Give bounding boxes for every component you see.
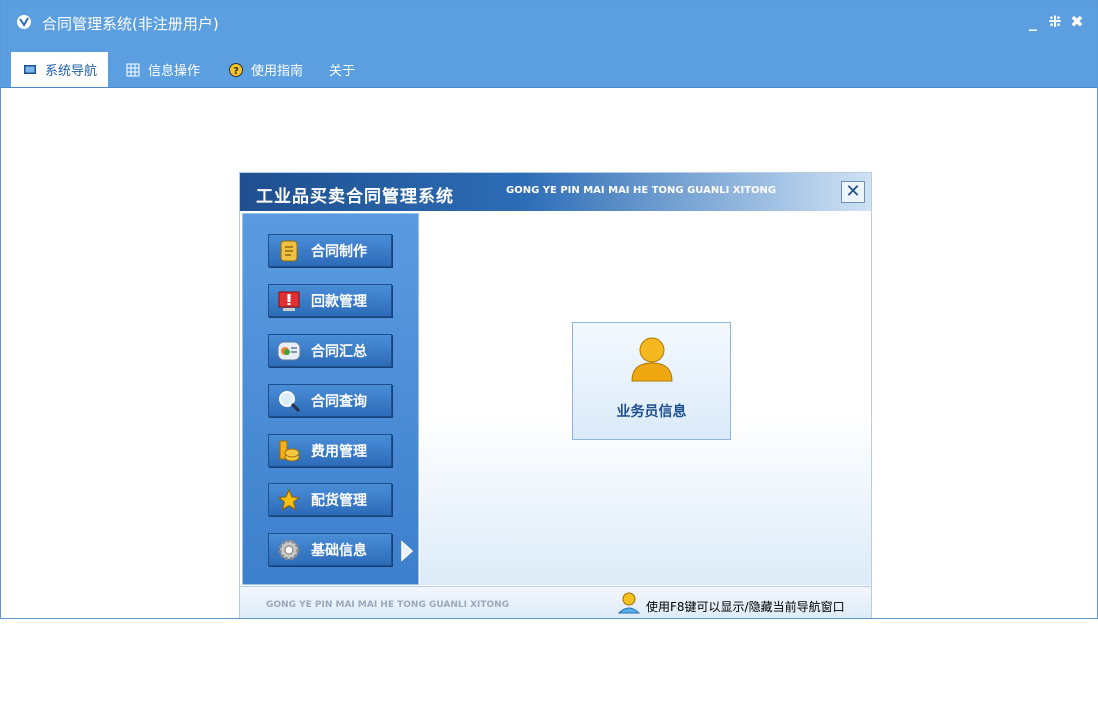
tab-label: 使用指南 <box>251 64 304 79</box>
app-logo-icon <box>17 15 31 29</box>
tab-info-operation[interactable]: 信息操作 <box>114 52 214 87</box>
nav-label: 回款管理 <box>311 293 367 310</box>
document-icon <box>280 240 298 261</box>
card-label: 业务员信息 <box>616 404 687 420</box>
nav-label: 费用管理 <box>311 443 367 460</box>
nav-payment-management-button[interactable]: 回款管理 <box>268 284 392 317</box>
nav-expense-management-button[interactable]: 费用管理 <box>268 434 392 467</box>
app-window: 合同管理系统(非注册用户) _ ⁜ ✖ 系统导航 信息操作 ? 使用指南 关于 … <box>0 0 1098 619</box>
nav-contract-query-button[interactable]: 合同查询 <box>268 384 392 417</box>
help-icon: ? <box>229 62 243 77</box>
svg-text:?: ? <box>233 66 239 77</box>
panel-title: 工业品买卖合同管理系统 <box>256 187 454 207</box>
monitor-icon <box>24 64 36 74</box>
tab-about[interactable]: 关于 <box>317 52 377 87</box>
footer-pinyin: GONG YE PIN MAI MAI HE TONG GUANLI XITON… <box>266 600 510 610</box>
tab-user-guide[interactable]: ? 使用指南 <box>217 52 317 87</box>
menu-bar: 系统导航 信息操作 ? 使用指南 关于 <box>1 46 1097 88</box>
window-title: 合同管理系统(非注册用户) <box>42 15 219 33</box>
nav-contract-create-button[interactable]: 合同制作 <box>268 234 392 267</box>
summary-icon <box>277 341 301 360</box>
panel-main-area: 业务员信息 <box>420 213 871 585</box>
nav-label: 基础信息 <box>311 542 367 559</box>
expand-arrow-icon[interactable] <box>400 540 414 562</box>
grid-icon <box>126 63 140 76</box>
salesperson-info-card[interactable]: 业务员信息 <box>572 322 731 440</box>
tab-label: 信息操作 <box>148 64 201 79</box>
footer-tip: 使用F8键可以显示/隐藏当前导航窗口 <box>646 600 845 614</box>
coins-icon <box>279 440 300 461</box>
gear-icon <box>278 539 300 560</box>
tab-label: 系统导航 <box>45 64 98 79</box>
panel-footer: GONG YE PIN MAI MAI HE TONG GUANLI XITON… <box>240 586 871 618</box>
title-bar: 合同管理系统(非注册用户) _ ⁜ ✖ <box>1 1 1097 46</box>
panel-header: 工业品买卖合同管理系统 GONG YE PIN MAI MAI HE TONG … <box>240 173 871 211</box>
close-button[interactable]: ✖ <box>1067 11 1087 33</box>
tab-system-navigation[interactable]: 系统导航 <box>11 52 108 87</box>
user-icon <box>631 337 673 382</box>
nav-contract-summary-button[interactable]: 合同汇总 <box>268 334 392 367</box>
panel-pinyin: GONG YE PIN MAI MAI HE TONG GUANLI XITON… <box>506 185 777 196</box>
nav-basic-info-button[interactable]: 基础信息 <box>268 533 392 566</box>
minimize-button[interactable]: _ <box>1023 11 1043 33</box>
navigation-panel: 工业品买卖合同管理系统 GONG YE PIN MAI MAI HE TONG … <box>239 172 872 618</box>
alert-monitor-icon <box>278 291 300 311</box>
nav-label: 配货管理 <box>311 492 367 509</box>
nav-sidebar: 合同制作 回款管理 合同汇总 合同查询 费用管理 配货管理 基础信息 <box>242 213 419 585</box>
nav-label: 合同查询 <box>311 393 367 410</box>
user-tip-icon <box>617 592 641 614</box>
tab-label: 关于 <box>329 64 356 79</box>
magnifier-icon <box>279 390 301 412</box>
nav-label: 合同汇总 <box>311 343 367 360</box>
star-icon <box>277 488 301 511</box>
nav-distribution-management-button[interactable]: 配货管理 <box>268 483 392 516</box>
nav-label: 合同制作 <box>311 243 367 260</box>
restore-button[interactable]: ⁜ <box>1045 11 1065 33</box>
panel-close-button[interactable]: ✕ <box>841 181 865 203</box>
